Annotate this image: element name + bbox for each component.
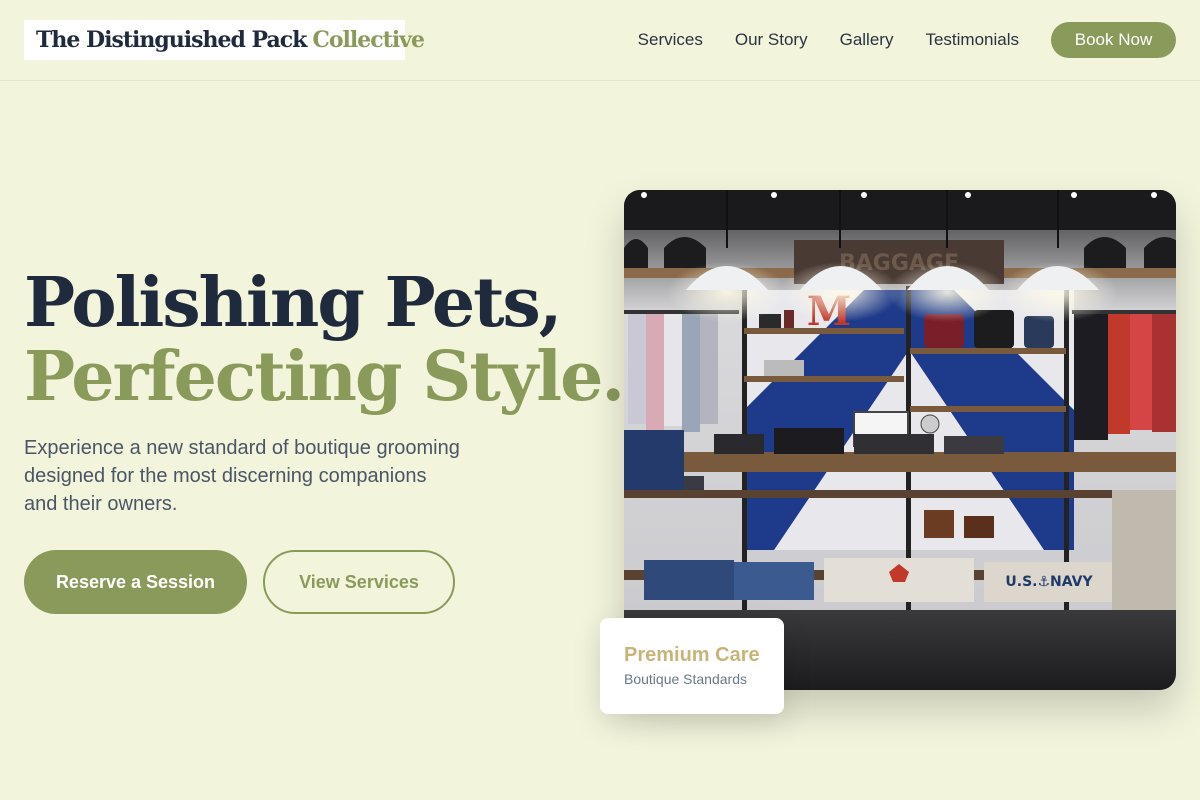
main-nav: Services Our Story Gallery Testimonials … xyxy=(638,22,1176,58)
nav-link-services[interactable]: Services xyxy=(638,22,703,58)
nav-link-gallery[interactable]: Gallery xyxy=(840,22,894,58)
brand-logo[interactable]: The Distinguished Pack Collective xyxy=(24,20,425,60)
badge-subtitle: Boutique Standards xyxy=(624,671,747,687)
logo-text-accent: Collective xyxy=(312,27,425,53)
nav-link-our-story[interactable]: Our Story xyxy=(735,22,808,58)
hero-title-line-1: Polishing Pets, xyxy=(24,263,562,343)
hero-title-line-2: Perfecting Style. xyxy=(24,337,625,417)
photo-shirt-text: U.S.⚓NAVY xyxy=(1005,574,1093,590)
hero-subtitle: Experience a new standard of boutique gr… xyxy=(24,437,460,515)
site-header: The Distinguished Pack Collective Servic… xyxy=(0,0,1200,81)
badge-title: Premium Care xyxy=(624,644,760,666)
view-services-button[interactable]: View Services xyxy=(263,550,455,614)
premium-care-badge: Premium Care Boutique Standards xyxy=(600,618,784,714)
book-now-button[interactable]: Book Now xyxy=(1051,22,1176,58)
hero-title: Polishing Pets, Perfecting Style. xyxy=(24,263,625,417)
logo-text-main: The Distinguished Pack xyxy=(36,27,307,53)
nav-link-testimonials[interactable]: Testimonials xyxy=(925,22,1019,58)
reserve-session-button[interactable]: Reserve a Session xyxy=(24,550,247,614)
hero-photo: BAGGAGE M xyxy=(624,190,1176,690)
